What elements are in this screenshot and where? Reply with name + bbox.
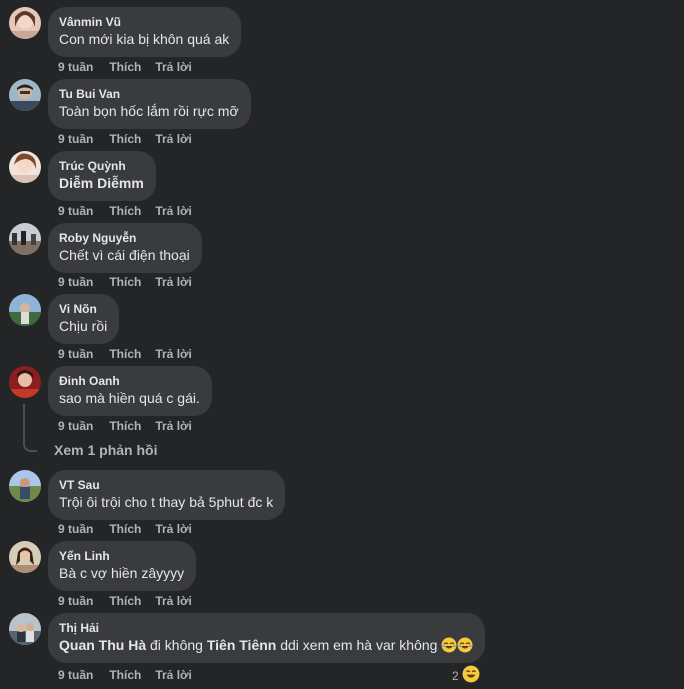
comment-actions: 9 tuần Thích Trả lời bbox=[58, 521, 206, 537]
comment-author[interactable]: Vânmin Vũ bbox=[59, 15, 229, 30]
reply-button[interactable]: Trả lời bbox=[155, 667, 192, 683]
like-button[interactable]: Thích bbox=[109, 59, 141, 75]
avatar[interactable] bbox=[9, 223, 41, 255]
view-replies-link[interactable]: Xem 1 phản hồi bbox=[54, 441, 157, 459]
comment-author[interactable]: Trúc Quỳnh bbox=[59, 159, 144, 174]
reply-button[interactable]: Trả lời bbox=[155, 59, 192, 75]
avatar-photo-icon bbox=[9, 151, 41, 183]
reply-button[interactable]: Trả lời bbox=[155, 346, 192, 362]
comment-time[interactable]: 9 tuần bbox=[58, 59, 93, 75]
haha-reaction-icon bbox=[462, 665, 480, 683]
comment-author[interactable]: Roby Nguyễn bbox=[59, 231, 190, 246]
comment-time[interactable]: 9 tuần bbox=[58, 203, 93, 219]
like-button[interactable]: Thích bbox=[109, 521, 141, 537]
comment-actions: 9 tuần Thích Trả lời bbox=[58, 346, 206, 362]
reply-button[interactable]: Trả lời bbox=[155, 418, 192, 434]
comment-author[interactable]: Đinh Oanh bbox=[59, 374, 200, 389]
comment-text: Quan Thu Hà đi không Tiên Tiênn ddi xem … bbox=[59, 636, 473, 654]
avatar-photo-icon bbox=[9, 79, 41, 111]
avatar[interactable] bbox=[9, 541, 41, 573]
avatar[interactable] bbox=[9, 613, 41, 645]
reply-button[interactable]: Trả lời bbox=[155, 521, 192, 537]
comment-bubble: Vânmin Vũ Con mới kia bị khôn quá ak bbox=[48, 7, 242, 57]
comment-author[interactable]: Vi Nõn bbox=[59, 302, 107, 317]
mention-link[interactable]: Tiên Tiênn bbox=[207, 637, 277, 653]
laughing-emoji-icon bbox=[457, 637, 473, 653]
reply-thread-line bbox=[23, 404, 37, 452]
comment-bubble: Roby Nguyễn Chết vì cái điện thoại bbox=[48, 223, 202, 273]
comment-text: Trội ôi trội cho t thay bả 5phut đc k bbox=[59, 494, 274, 510]
comment-time[interactable]: 9 tuần bbox=[58, 593, 93, 609]
like-button[interactable]: Thích bbox=[109, 593, 141, 609]
comment-time[interactable]: 9 tuần bbox=[58, 521, 93, 537]
comment-author[interactable]: VT Sau bbox=[59, 478, 273, 493]
avatar-photo-icon bbox=[9, 223, 41, 255]
reply-button[interactable]: Trả lời bbox=[155, 593, 192, 609]
like-button[interactable]: Thích bbox=[109, 131, 141, 147]
reply-button[interactable]: Trả lời bbox=[155, 131, 192, 147]
reply-button[interactable]: Trả lời bbox=[155, 203, 192, 219]
mention-link[interactable]: Diễm Diễmm bbox=[59, 175, 144, 191]
mention-link[interactable]: Quan Thu Hà bbox=[59, 637, 146, 653]
like-button[interactable]: Thích bbox=[109, 274, 141, 290]
avatar[interactable] bbox=[9, 470, 41, 502]
comment-text: Chịu rồi bbox=[59, 318, 108, 334]
avatar-photo-icon bbox=[9, 470, 41, 502]
avatar[interactable] bbox=[9, 151, 41, 183]
comment-actions: 9 tuần Thích Trả lời bbox=[58, 131, 206, 147]
avatar[interactable] bbox=[9, 366, 41, 398]
comment-text-part: ddi xem em hà var không bbox=[280, 637, 438, 653]
comment-bubble: Yến Linh Bà c vợ hiền zâyyyy bbox=[48, 541, 197, 591]
avatar-photo-icon bbox=[9, 7, 41, 39]
avatar[interactable] bbox=[9, 294, 41, 326]
comment-time[interactable]: 9 tuần bbox=[58, 346, 93, 362]
comment-actions: 9 tuần Thích Trả lời bbox=[58, 593, 206, 609]
comment-actions: 9 tuần Thích Trả lời bbox=[58, 203, 206, 219]
comment-actions: 9 tuần Thích Trả lời bbox=[58, 667, 206, 683]
avatar[interactable] bbox=[9, 7, 41, 39]
comment-actions: 9 tuần Thích Trả lời bbox=[58, 274, 206, 290]
comment-author[interactable]: Yến Linh bbox=[59, 549, 184, 564]
comment-author[interactable]: Thị Hải bbox=[59, 621, 473, 636]
comment-text: Toàn bọn hốc lắm rồi rực mỡ bbox=[59, 103, 239, 119]
laughing-emoji-icon bbox=[441, 637, 457, 653]
comment-bubble: Đinh Oanh sao mà hiền quá c gái. bbox=[48, 366, 212, 416]
comment-author[interactable]: Tu Bui Van bbox=[59, 87, 239, 102]
comment-bubble: Thị Hải Quan Thu Hà đi không Tiên Tiênn … bbox=[48, 613, 486, 663]
avatar-photo-icon bbox=[9, 613, 41, 645]
comment-text: Con mới kia bị khôn quá ak bbox=[59, 31, 230, 47]
avatar-photo-icon bbox=[9, 541, 41, 573]
reaction-count: 2 bbox=[452, 669, 459, 683]
comment-text: Chết vì cái điện thoại bbox=[59, 247, 190, 263]
comment-time[interactable]: 9 tuần bbox=[58, 418, 93, 434]
comment-time[interactable]: 9 tuần bbox=[58, 274, 93, 290]
comment-time[interactable]: 9 tuần bbox=[58, 667, 93, 683]
like-button[interactable]: Thích bbox=[109, 203, 141, 219]
comment-bubble: Trúc Quỳnh Diễm Diễmm bbox=[48, 151, 156, 201]
like-button[interactable]: Thích bbox=[109, 346, 141, 362]
comment-actions: 9 tuần Thích Trả lời bbox=[58, 418, 206, 434]
comment-text-part: đi không bbox=[150, 637, 203, 653]
like-button[interactable]: Thích bbox=[109, 418, 141, 434]
avatar-photo-icon bbox=[9, 294, 41, 326]
like-button[interactable]: Thích bbox=[109, 667, 141, 683]
comment-time[interactable]: 9 tuần bbox=[58, 131, 93, 147]
comment-bubble: Tu Bui Van Toàn bọn hốc lắm rồi rực mỡ bbox=[48, 79, 251, 129]
avatar-photo-icon bbox=[9, 366, 41, 398]
reply-button[interactable]: Trả lời bbox=[155, 274, 192, 290]
comment-actions: 9 tuần Thích Trả lời bbox=[58, 59, 206, 75]
comment-bubble: Vi Nõn Chịu rồi bbox=[48, 294, 120, 344]
comment-text: sao mà hiền quá c gái. bbox=[59, 390, 200, 406]
reaction-summary[interactable]: 2 bbox=[452, 665, 480, 683]
comment-bubble: VT Sau Trội ôi trội cho t thay bả 5phut … bbox=[48, 470, 286, 520]
comment-text: Diễm Diễmm bbox=[59, 174, 144, 192]
comment-text: Bà c vợ hiền zâyyyy bbox=[59, 565, 185, 581]
avatar[interactable] bbox=[9, 79, 41, 111]
